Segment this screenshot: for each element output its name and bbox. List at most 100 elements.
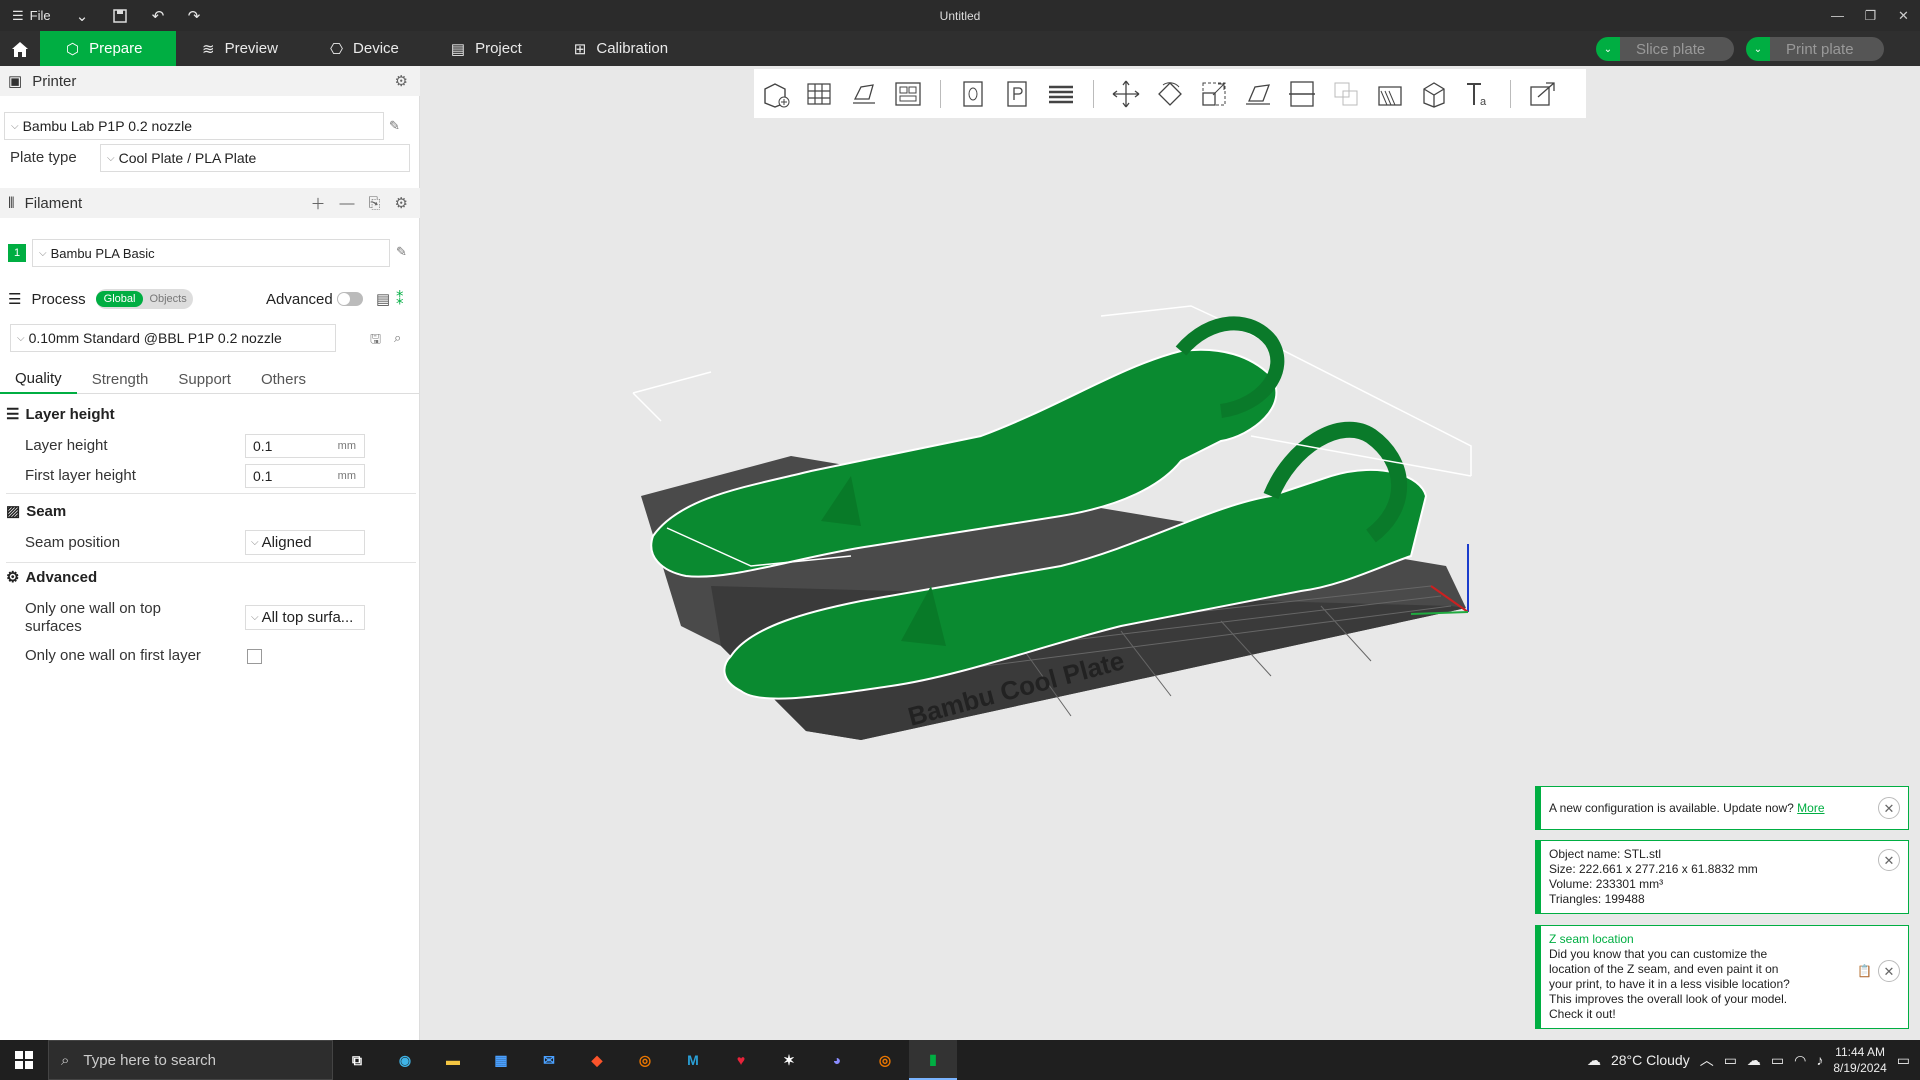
list-icon[interactable]: ▤	[376, 290, 390, 308]
edit-filament-icon[interactable]: ✎	[396, 244, 412, 260]
remove-icon[interactable]: —	[340, 195, 355, 212]
taskbar-search[interactable]: ⌕ Type here to search	[48, 1040, 333, 1080]
device-icon: ⎔	[329, 40, 344, 58]
tab-strength[interactable]: Strength	[77, 364, 164, 394]
printer-preset-select[interactable]: ⌵ Bambu Lab P1P 0.2 nozzle	[4, 112, 384, 140]
process-section-header: ☰ Process Global Objects Advanced ▤ ⁑	[0, 284, 420, 314]
m-app-icon[interactable]: M	[669, 1040, 717, 1080]
slice-dropdown-icon[interactable]: ⌄	[1596, 37, 1620, 61]
meet-icon[interactable]: ▭	[1724, 1052, 1737, 1069]
close-icon[interactable]: ✕	[1878, 797, 1900, 819]
print-plate-button[interactable]: Print plate	[1770, 37, 1884, 61]
tab-device[interactable]: ⎔ Device	[304, 31, 425, 66]
tab-project[interactable]: ▤ Project	[425, 31, 548, 66]
printer-settings-icon[interactable]: ⚙	[395, 72, 408, 90]
tab-preview[interactable]: ≋ Preview	[176, 31, 304, 66]
brave-icon[interactable]: ◆	[573, 1040, 621, 1080]
notification-center-icon[interactable]: ▭	[1897, 1052, 1910, 1069]
print-plate-group: ⌄ Print plate	[1746, 37, 1884, 61]
seam-position-select[interactable]: ⌵ Aligned	[245, 530, 365, 555]
process-icon: ☰	[8, 291, 22, 308]
filament-settings-icon[interactable]: ⚙	[395, 194, 408, 212]
blender-2-icon[interactable]: ◎	[861, 1040, 909, 1080]
wifi-icon[interactable]: ◠	[1794, 1052, 1806, 1069]
close-icon[interactable]: ✕	[1878, 960, 1900, 982]
home-icon[interactable]	[0, 31, 40, 66]
bambu-studio-icon[interactable]: ▮	[909, 1040, 957, 1080]
filament-section-header: ⦀ Filament ＋ — ⎘ ⚙	[0, 188, 420, 218]
divider	[6, 493, 416, 494]
cube-icon: ⬡	[66, 40, 80, 58]
seam-group-title: ▨ Seam	[6, 502, 67, 521]
tab-others[interactable]: Others	[246, 364, 321, 394]
printer-section-header: ▣ Printer ⚙	[0, 66, 420, 96]
advanced-gear-icon: ⚙	[6, 569, 20, 586]
global-objects-toggle[interactable]: Global Objects	[95, 289, 193, 309]
clock[interactable]: 11:44 AM 8/19/2024	[1833, 1044, 1886, 1076]
filament-preset-select[interactable]: ⌵ Bambu PLA Basic	[32, 239, 390, 267]
tab-calibration[interactable]: ⊞ Calibration	[548, 31, 694, 66]
task-view-icon[interactable]: ⧉	[333, 1040, 381, 1080]
print-dropdown-icon[interactable]: ⌄	[1746, 37, 1770, 61]
file-explorer-icon[interactable]: ▬	[429, 1040, 477, 1080]
layers-icon: ≋	[202, 40, 215, 58]
weather-icon[interactable]: ☁	[1587, 1052, 1601, 1069]
heart-app-icon[interactable]: ♥	[717, 1040, 765, 1080]
tab-support[interactable]: Support	[163, 364, 246, 394]
seam-icon: ▨	[6, 503, 21, 520]
redo-icon[interactable]: ↷	[176, 0, 212, 31]
zbrush-icon[interactable]: ✶	[765, 1040, 813, 1080]
tab-prepare[interactable]: ⬡ Prepare	[40, 31, 176, 66]
one-wall-top-select[interactable]: ⌵ All top surfa...	[245, 605, 365, 630]
toggle-objects[interactable]: Objects	[143, 291, 192, 307]
printer-section-title: Printer	[32, 72, 77, 90]
tab-quality[interactable]: Quality	[0, 364, 77, 394]
object-triangles: Triangles: 199488	[1549, 892, 1645, 906]
advanced-switch[interactable]	[337, 292, 363, 306]
one-wall-first-layer-checkbox[interactable]	[247, 649, 262, 664]
z-seam-tip-notification: Z seam location Did you know that you ca…	[1535, 925, 1909, 1029]
plate-type-select[interactable]: ⌵ Cool Plate / PLA Plate	[100, 144, 410, 172]
object-name: Object name: STL.stl	[1549, 847, 1662, 861]
battery-icon[interactable]: ▭	[1771, 1052, 1784, 1069]
layer-height-input[interactable]: 0.1 mm	[245, 434, 365, 458]
save-icon[interactable]	[100, 0, 140, 31]
slice-plate-button[interactable]: Slice plate	[1620, 37, 1734, 61]
store-icon[interactable]: ▦	[477, 1040, 525, 1080]
chevron-up-icon[interactable]: ︿	[1700, 1050, 1714, 1070]
add-icon[interactable]: ＋	[311, 193, 326, 214]
discord-icon[interactable]: ◕	[813, 1040, 861, 1080]
main-tab-bar: ⬡ Prepare ≋ Preview ⎔ Device ▤ Project ⊞…	[0, 31, 1920, 66]
edge-icon[interactable]: ◉	[381, 1040, 429, 1080]
chevron-down-icon[interactable]: ⌄	[64, 0, 100, 31]
weather-text[interactable]: 28°C Cloudy	[1611, 1052, 1690, 1068]
file-menu[interactable]: ☰ File	[0, 0, 64, 31]
config-update-text: A new configuration is available. Update…	[1549, 801, 1794, 815]
first-layer-height-input[interactable]: 0.1 mm	[245, 464, 365, 488]
search-icon: ⌕	[61, 1051, 70, 1069]
blender-icon[interactable]: ◎	[621, 1040, 669, 1080]
process-preset-select[interactable]: ⌵ 0.10mm Standard @BBL P1P 0.2 nozzle	[10, 324, 336, 352]
close-icon[interactable]: ✕	[1887, 0, 1920, 31]
restore-icon[interactable]: ❐	[1854, 0, 1887, 31]
project-icon: ▤	[450, 40, 466, 58]
clipboard-icon[interactable]: 📋	[1857, 964, 1872, 979]
toggle-global[interactable]: Global	[95, 291, 144, 307]
search-icon[interactable]: ⌕	[394, 330, 410, 346]
onedrive-icon[interactable]: ☁	[1747, 1052, 1761, 1069]
compare-icon[interactable]: ⁑	[396, 290, 404, 308]
edit-printer-icon[interactable]: ✎	[389, 118, 405, 134]
windows-start-icon[interactable]	[0, 1040, 48, 1080]
undo-icon[interactable]: ↶	[140, 0, 176, 31]
close-icon[interactable]: ✕	[1878, 849, 1900, 871]
mail-icon[interactable]: ✉	[525, 1040, 573, 1080]
save-preset-icon[interactable]: 🖫	[370, 330, 386, 346]
config-more-link[interactable]: More	[1797, 801, 1824, 815]
minimize-icon[interactable]: —	[1821, 0, 1854, 31]
object-volume: Volume: 233301 mm³	[1549, 877, 1664, 891]
first-layer-height-label: First layer height	[25, 467, 136, 484]
volume-icon[interactable]: ♪	[1816, 1052, 1823, 1068]
file-menu-label: File	[29, 8, 51, 23]
filament-slot-badge[interactable]: 1	[8, 244, 26, 262]
sync-ams-icon[interactable]: ⎘	[369, 195, 381, 212]
